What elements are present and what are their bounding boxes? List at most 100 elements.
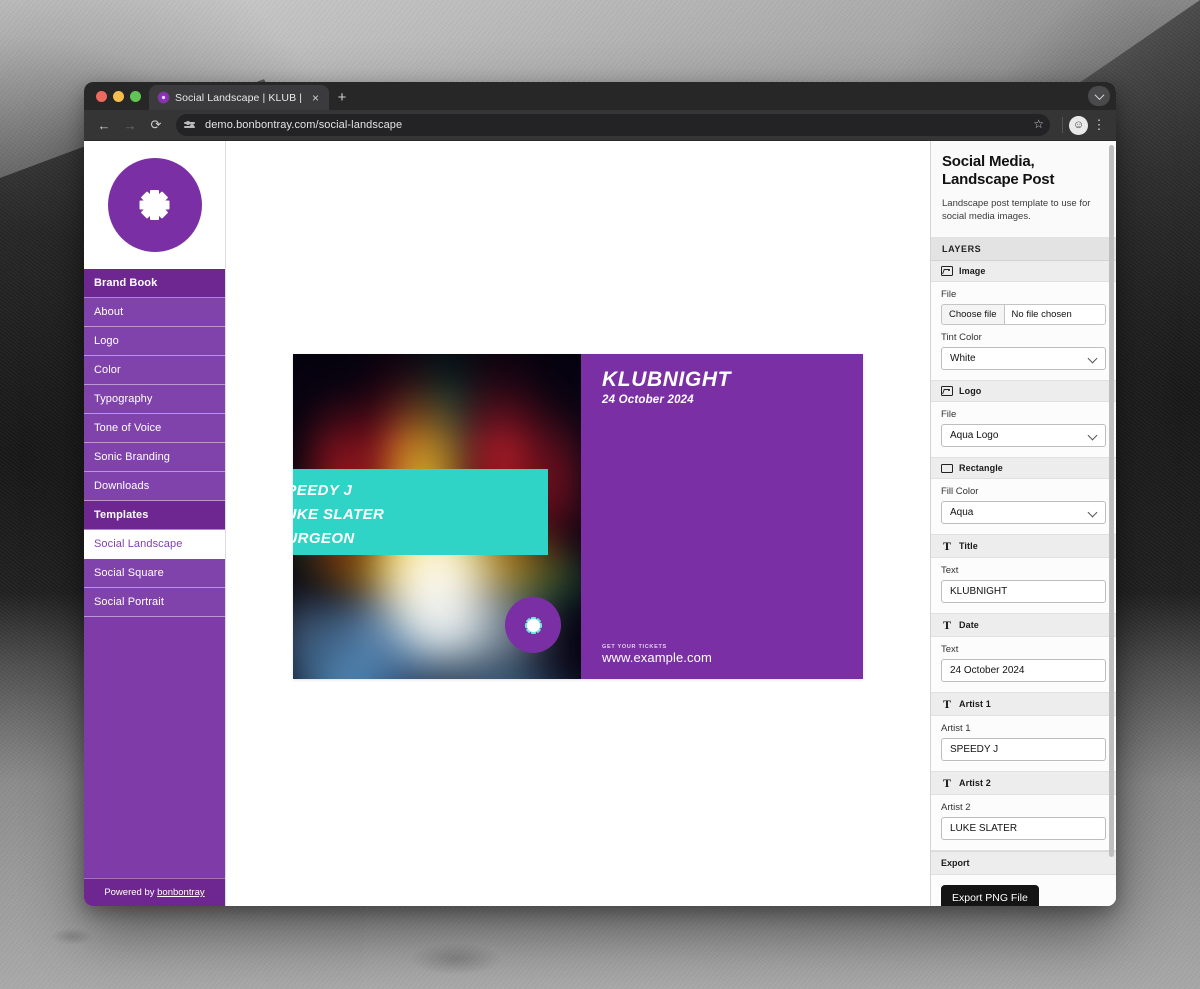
poster-artist-1: SPEEDY J bbox=[293, 482, 353, 499]
properties-panel-content: Social Media, Landscape Post Landscape p… bbox=[931, 141, 1116, 906]
layer-body: Text 24 October 2024 bbox=[931, 637, 1116, 692]
canvas-area: KLUBNIGHT 24 October 2024 GET YOUR TICKE… bbox=[226, 141, 930, 906]
select-tint-color[interactable]: White bbox=[941, 347, 1106, 371]
export-png-button[interactable]: Export PNG File bbox=[941, 885, 1039, 906]
choose-file-button[interactable]: Choose file bbox=[941, 304, 1004, 326]
footer-link-bonbontray[interactable]: bonbontray bbox=[157, 887, 205, 898]
layer-name: Date bbox=[959, 620, 979, 631]
tab-favicon-icon bbox=[158, 92, 169, 103]
text-input-text[interactable]: KLUBNIGHT bbox=[941, 580, 1106, 604]
sidebar-section-header: Templates bbox=[84, 501, 225, 530]
bookmark-icon[interactable]: ☆ bbox=[1033, 117, 1044, 131]
layer-title: T Title Text KLUBNIGHT bbox=[931, 535, 1116, 615]
starburst-core bbox=[143, 194, 166, 216]
poster-date: 24 October 2024 bbox=[602, 394, 694, 406]
export-section-body: Export PNG File bbox=[931, 875, 1116, 906]
layer-header[interactable]: T Title bbox=[931, 535, 1116, 559]
layer-header[interactable]: Logo bbox=[931, 381, 1116, 403]
layer-header[interactable]: Rectangle bbox=[931, 458, 1116, 480]
layer-rectangle: Rectangle Fill Color Aqua bbox=[931, 458, 1116, 536]
text-input-artist-1[interactable]: SPEEDY J bbox=[941, 738, 1106, 762]
text-input-artist-2[interactable]: LUKE SLATER bbox=[941, 817, 1106, 841]
sidebar-item-social-landscape[interactable]: Social Landscape bbox=[84, 530, 225, 559]
layer-name: Artist 2 bbox=[959, 778, 991, 789]
text-icon: T bbox=[942, 697, 951, 712]
poster-url: www.example.com bbox=[602, 650, 712, 665]
sidebar-item-sonic-branding[interactable]: Sonic Branding bbox=[84, 443, 225, 472]
field-label: Fill Color bbox=[941, 486, 979, 498]
new-tab-button[interactable]: + bbox=[329, 85, 355, 110]
forward-button[interactable]: → bbox=[118, 113, 142, 137]
panel-title: Social Media, Landscape Post bbox=[942, 153, 1055, 189]
sidebar-item-color[interactable]: Color bbox=[84, 356, 225, 385]
poster-purple-panel: KLUBNIGHT 24 October 2024 GET YOUR TICKE… bbox=[581, 354, 863, 679]
layer-body: Artist 2 LUKE SLATER bbox=[931, 795, 1116, 850]
sidebar-item-downloads[interactable]: Downloads bbox=[84, 472, 225, 501]
chosen-file-name: No file chosen bbox=[1003, 304, 1106, 326]
back-button[interactable]: ← bbox=[92, 113, 116, 137]
select-file[interactable]: Aqua Logo bbox=[941, 424, 1106, 448]
sidebar-item-tone-of-voice[interactable]: Tone of Voice bbox=[84, 414, 225, 443]
tab-close-icon[interactable]: × bbox=[308, 90, 323, 105]
chevron-down-icon bbox=[1094, 89, 1104, 100]
layer-header[interactable]: Image bbox=[931, 261, 1116, 283]
tab-search-button[interactable] bbox=[1088, 86, 1110, 106]
layer-image: Image File Choose file No file chosen Tint C… bbox=[931, 261, 1116, 382]
layer-name: Logo bbox=[959, 386, 982, 397]
close-window-button[interactable] bbox=[96, 90, 107, 102]
layer-header[interactable]: T Date bbox=[931, 614, 1116, 638]
layer-logo: Logo File Aqua Logo bbox=[931, 381, 1116, 459]
sidebar-item-social-portrait[interactable]: Social Portrait bbox=[84, 588, 225, 617]
profile-avatar[interactable]: ☺ bbox=[1069, 115, 1088, 135]
text-input-text[interactable]: 24 October 2024 bbox=[941, 659, 1106, 683]
layer-body: File Aqua Logo bbox=[931, 402, 1116, 457]
layer-artist-2: T Artist 2 Artist 2 LUKE SLATER bbox=[931, 772, 1116, 852]
sidebar-item-about[interactable]: About bbox=[84, 298, 225, 327]
address-bar[interactable]: demo.bonbontray.com/social-landscape ☆ bbox=[176, 114, 1050, 136]
field-spacer bbox=[941, 325, 1106, 332]
toolbar-divider bbox=[1062, 117, 1063, 133]
field-label: File bbox=[941, 289, 957, 301]
layer-name: Image bbox=[959, 266, 986, 277]
reload-button[interactable]: ⟳ bbox=[144, 113, 168, 137]
tab-title: Social Landscape | KLUB | bo bbox=[175, 91, 302, 104]
rectangle-icon bbox=[941, 463, 953, 473]
layer-header[interactable]: T Artist 1 bbox=[931, 693, 1116, 717]
sidebar-item-social-square[interactable]: Social Square bbox=[84, 559, 225, 588]
layer-body: Text KLUBNIGHT bbox=[931, 558, 1116, 613]
poster-aqua-rectangle: SPEEDY J LUKE SLATER SURGEON bbox=[293, 469, 548, 555]
field-label: Artist 2 bbox=[941, 802, 971, 814]
sidebar-filler bbox=[84, 617, 225, 878]
sidebar-item-logo[interactable]: Logo bbox=[84, 327, 225, 356]
sidebar-nav: Brand Book About Logo Color Typography Tone o… bbox=[84, 269, 225, 617]
minimize-window-button[interactable] bbox=[113, 90, 124, 102]
poster-artist-3: SURGEON bbox=[293, 530, 355, 547]
sidebar-section-header: Brand Book bbox=[84, 269, 225, 298]
text-icon: T bbox=[942, 618, 951, 633]
sidebar-item-typography[interactable]: Typography bbox=[84, 385, 225, 414]
layer-body: File Choose file No file chosen Tint Color W… bbox=[931, 282, 1116, 380]
image-icon bbox=[941, 266, 953, 277]
desktop-background: Social Landscape | KLUB | bo × + ← → ⟳ d… bbox=[0, 0, 1200, 989]
layer-body: Artist 1 SPEEDY J bbox=[931, 716, 1116, 771]
browser-toolbar: ← → ⟳ demo.bonbontray.com/social-landsca… bbox=[84, 110, 1116, 141]
field-label: Text bbox=[941, 565, 959, 577]
browser-tabstrip: Social Landscape | KLUB | bo × + bbox=[84, 82, 1116, 110]
web-page: Brand Book About Logo Color Typography Tone o… bbox=[84, 141, 1116, 906]
field-label: Text bbox=[941, 644, 959, 656]
export-section-header: Export bbox=[931, 851, 1116, 876]
file-input-row[interactable]: Choose file No file chosen bbox=[941, 304, 1106, 326]
klub-logo-starburst bbox=[107, 158, 202, 252]
layer-header[interactable]: T Artist 2 bbox=[931, 772, 1116, 796]
layers-section-header: LAYERS bbox=[931, 238, 1116, 262]
text-icon: T bbox=[942, 539, 951, 554]
browser-tab-active[interactable]: Social Landscape | KLUB | bo × bbox=[149, 85, 329, 110]
layer-name: Artist 1 bbox=[959, 699, 991, 710]
browser-menu-icon[interactable]: ⋮ bbox=[1090, 117, 1108, 133]
maximize-window-button[interactable] bbox=[130, 90, 141, 102]
panel-scrollbar[interactable] bbox=[1109, 145, 1114, 857]
sidebar-footer: Powered by bonbontray bbox=[84, 878, 225, 906]
select-fill-color[interactable]: Aqua bbox=[941, 501, 1106, 525]
poster-preview[interactable]: KLUBNIGHT 24 October 2024 GET YOUR TICKE… bbox=[293, 354, 863, 679]
site-settings-icon[interactable] bbox=[184, 119, 197, 132]
